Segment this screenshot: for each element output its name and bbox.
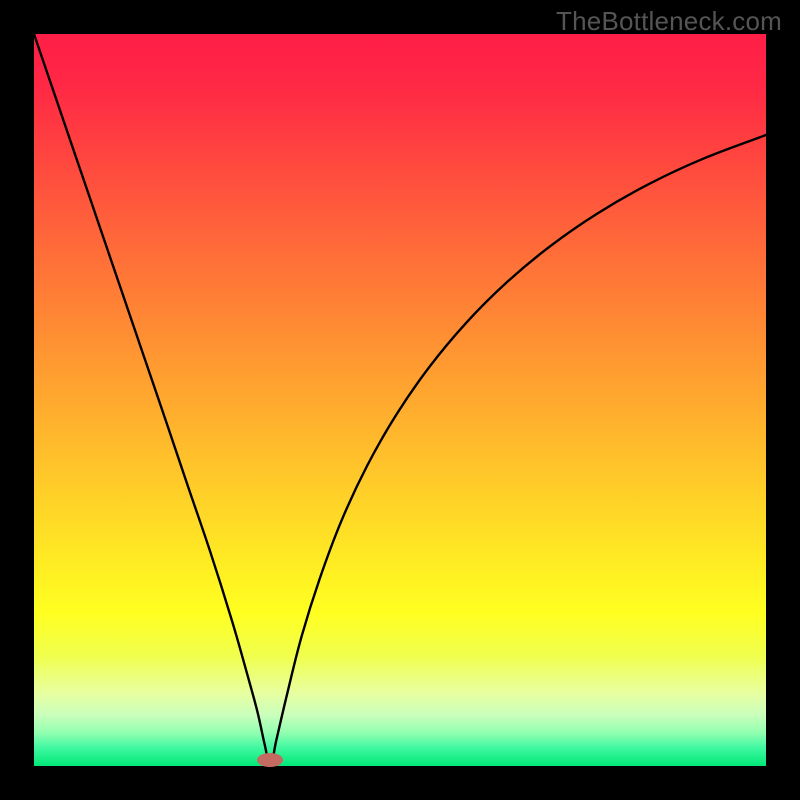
watermark-text: TheBottleneck.com xyxy=(556,6,782,37)
chart-svg xyxy=(34,34,766,766)
chart-background xyxy=(34,34,766,766)
chart-plot-area xyxy=(34,34,766,766)
